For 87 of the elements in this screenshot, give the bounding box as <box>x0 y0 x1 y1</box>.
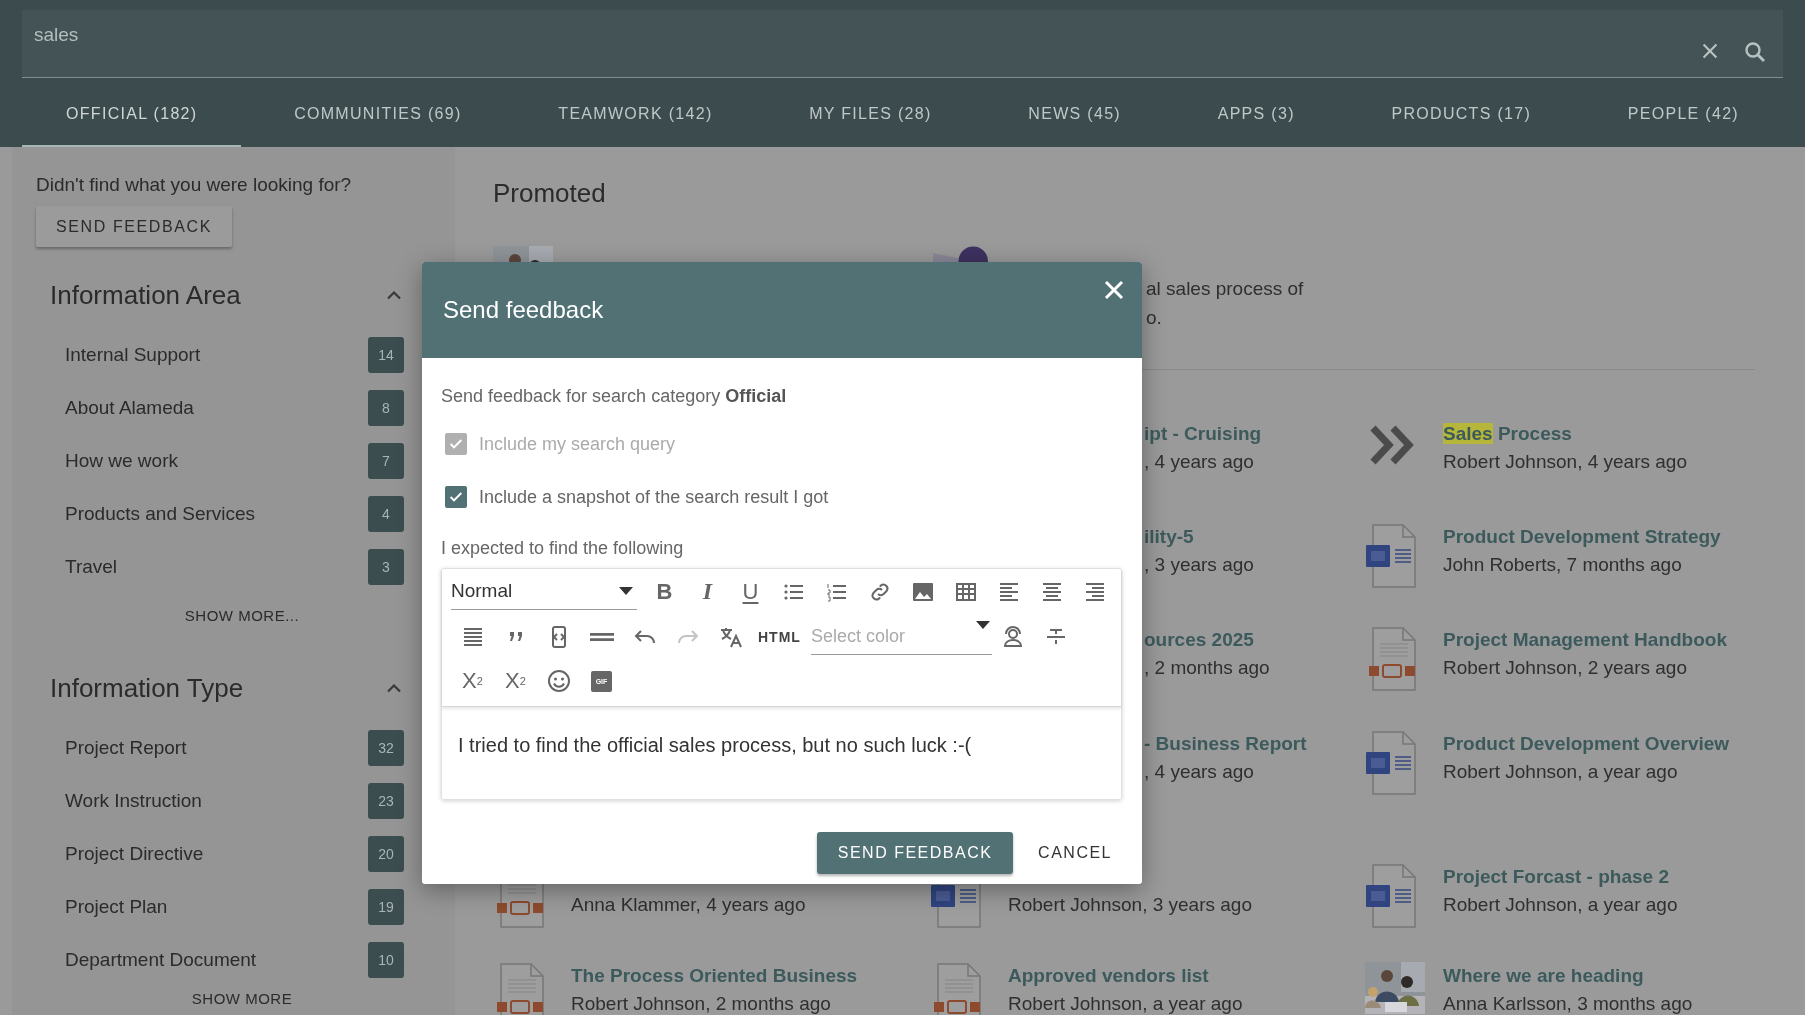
search-tab[interactable]: NEWS (45) <box>984 78 1165 147</box>
result-meta: Anna Klammer, 4 years ago <box>571 893 806 917</box>
count-badge: 4 <box>368 495 404 532</box>
search-tab[interactable]: MY FILES (28) <box>765 78 976 147</box>
search-tab[interactable]: TEAMWORK (142) <box>514 78 757 147</box>
result-meta: John Roberts, 7 months ago <box>1443 553 1683 577</box>
search-tab[interactable]: APPS (3) <box>1173 78 1339 147</box>
result-meta: , 2 months ago <box>1144 656 1270 680</box>
dialog-title: Send feedback <box>443 296 604 324</box>
dialog-text: Send feedback for search category Official <box>441 385 788 408</box>
result-meta: Robert Johnson, a year ago <box>1008 992 1243 1015</box>
result-title[interactable]: ources 2025 <box>1144 626 1270 654</box>
section-title: Information Type <box>50 672 244 704</box>
close-icon <box>1102 278 1126 302</box>
feedback-prompt: Didn't find what you were looking for? <box>36 173 353 197</box>
chevron-icon[interactable] <box>387 290 401 300</box>
filter-item[interactable]: Internal Support <box>65 343 201 366</box>
format-select[interactable]: Normal <box>451 573 637 610</box>
filter-item[interactable]: Project Directive <box>65 842 204 865</box>
result-title[interactable]: Product Development Strategy <box>1443 523 1721 551</box>
count-badge: 23 <box>368 782 404 819</box>
result-title[interactable]: Product Development Overview <box>1443 730 1730 758</box>
section-title: Information Area <box>50 279 241 311</box>
count-badge: 7 <box>368 442 404 479</box>
result-title[interactable]: Project Management Handbook <box>1443 626 1727 654</box>
filter-item[interactable]: How we work <box>65 449 178 472</box>
description-text: al sales process of <box>1146 277 1304 301</box>
checkbox-label: Include my search query <box>479 433 676 455</box>
horizontal-rule-icon <box>589 632 614 641</box>
result-meta: , 3 years ago <box>1144 553 1254 577</box>
result-title[interactable]: ility-5 <box>1144 523 1254 551</box>
search-tab[interactable]: PRODUCTS (17) <box>1347 78 1576 147</box>
superscript-button[interactable]: X$^{2}$ <box>494 661 537 701</box>
search-tab[interactable]: COMMUNITIES (69) <box>250 78 506 147</box>
send-feedback-button[interactable]: SEND FEEDBACK <box>36 206 232 247</box>
filter-item[interactable]: Work Instruction <box>65 789 202 812</box>
search-tab[interactable]: PEOPLE (42) <box>1583 78 1783 147</box>
count-badge: 20 <box>368 835 404 872</box>
filter-item[interactable]: Department Document <box>65 948 257 971</box>
italic-button[interactable]: I <box>686 571 729 612</box>
checkbox[interactable] <box>445 486 467 508</box>
chevron-icon[interactable] <box>387 683 401 693</box>
count-badge: 14 <box>368 336 404 373</box>
bold-button[interactable]: B <box>643 571 686 612</box>
filter-item[interactable]: Project Report <box>65 736 187 759</box>
filter-item[interactable]: Travel <box>65 555 118 578</box>
result-meta: Robert Johnson, 2 years ago <box>1443 656 1688 680</box>
search-icon <box>1743 40 1767 64</box>
caret-icon <box>975 620 990 629</box>
count-badge: 32 <box>368 729 404 766</box>
message-field[interactable]: I tried to find the official sales process, but no such luck :-( <box>442 707 1121 799</box>
checkbox-label: Include a snapshot of the search result I got <box>479 486 829 508</box>
count-badge: 19 <box>368 888 404 925</box>
caret-icon <box>619 587 633 595</box>
section-heading: Promoted <box>493 178 607 208</box>
field-label: I expected to find the following <box>441 537 685 560</box>
count-badge: 3 <box>368 548 404 585</box>
result-meta: Robert Johnson, 4 years ago <box>1443 450 1687 474</box>
result-meta: Anna Karlsson, 3 months ago <box>1443 992 1693 1015</box>
result-title[interactable]: Sales Process <box>1443 420 1687 448</box>
result-title[interactable]: Project Forcast - phase 2 <box>1443 863 1678 891</box>
color-field[interactable]: Select color <box>810 618 992 655</box>
result-title[interactable]: The Process Oriented Business <box>571 962 858 990</box>
filter-item[interactable]: Project Plan <box>65 895 168 918</box>
result-meta: Robert Johnson, 2 months ago <box>571 992 832 1015</box>
filter-item[interactable]: About Alameda <box>65 396 194 419</box>
html-button[interactable]: HTML <box>752 616 807 657</box>
count-badge: 10 <box>368 941 404 978</box>
result-meta: Robert Johnson, a year ago <box>1443 893 1678 917</box>
count-badge: 8 <box>368 389 404 426</box>
description-text: o. <box>1146 306 1163 330</box>
result-title[interactable]: Approved vendors list <box>1008 962 1243 990</box>
result-meta: Robert Johnson, a year ago <box>1443 760 1679 784</box>
filter-item[interactable]: Products and Services <box>65 502 256 525</box>
result-title[interactable]: - Business Report <box>1144 730 1307 758</box>
result-title[interactable]: Where we are heading <box>1443 962 1693 990</box>
result-meta: Robert Johnson, 3 years ago <box>1008 893 1252 917</box>
result-meta: , 4 years ago <box>1144 450 1255 474</box>
search-field[interactable]: sales <box>22 10 1783 78</box>
show-more-link[interactable]: SHOW MORE <box>185 989 299 1008</box>
emoji-icon <box>546 669 571 693</box>
show-more-link[interactable]: SHOW MORE... <box>178 606 306 625</box>
result-meta: , 4 years ago <box>1144 760 1255 784</box>
send-feedback-button[interactable]: SEND FEEDBACK <box>817 832 1014 874</box>
underline-button[interactable]: U <box>729 571 772 612</box>
result-title[interactable]: ipt - Cruising <box>1144 420 1262 448</box>
cancel-button[interactable]: CANCEL <box>1038 844 1112 862</box>
